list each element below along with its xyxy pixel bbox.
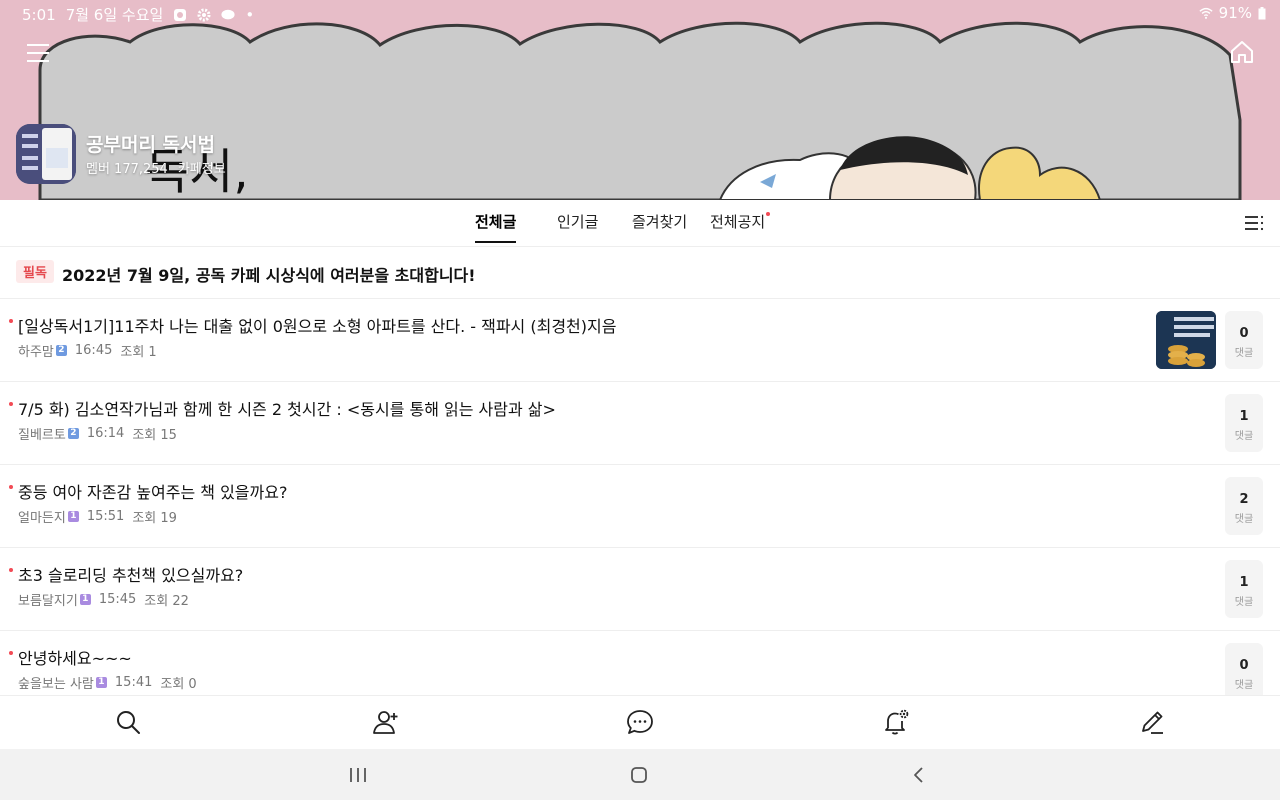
board-list-icon[interactable] [1244, 214, 1264, 232]
new-post-dot [9, 568, 13, 572]
system-navigation-bar [0, 749, 1280, 800]
more-notifications-dot: • [245, 5, 255, 24]
add-friend-icon[interactable] [372, 708, 400, 736]
write-icon[interactable] [1138, 708, 1166, 736]
cafe-info-link[interactable]: 카페정보 [178, 162, 226, 177]
battery-level: 91% [1218, 4, 1252, 22]
wifi-icon [1199, 7, 1213, 19]
recent-apps-icon[interactable] [347, 765, 369, 785]
post-meta: 숲을보는 사람 1 15:41 조회 0 [18, 673, 197, 692]
post-views: 조회 0 [160, 677, 197, 692]
post-title[interactable]: 초3 슬로리딩 추천책 있으실까요? [18, 562, 243, 586]
post-meta: 보름달지기 1 15:45 조회 22 [18, 590, 189, 609]
post-time: 15:41 [114, 675, 153, 690]
cafe-member-count: 멤버 177,254 카페정보 [86, 158, 226, 177]
post-thumbnail[interactable] [1156, 311, 1216, 369]
notification-settings-icon[interactable] [882, 708, 910, 736]
comment-label: 댓글 [1234, 431, 1254, 442]
comment-count-box[interactable]: 0 댓글 [1225, 643, 1263, 701]
comment-count: 2 [1239, 492, 1249, 507]
tab-favorites[interactable]: 즐겨찾기 [632, 200, 687, 244]
talk-icon [221, 9, 235, 19]
post-meta: 하주맘 2 16:45 조회 1 [18, 341, 157, 360]
post-row[interactable]: 안녕하세요~~~ 숲을보는 사람 1 15:41 조회 0 0 댓글 [0, 631, 1280, 701]
bottom-navigation [0, 695, 1280, 750]
post-title[interactable]: 7/5 화) 김소연작가님과 함께 한 시즌 2 첫시간 : <동시를 통해 읽… [18, 396, 556, 420]
status-bar: 5:01 7월 6일 수요일 • 91% [0, 0, 1280, 26]
chat-icon[interactable] [626, 708, 654, 736]
notification-app-icon [174, 8, 187, 21]
post-author: 얼마든지 [18, 511, 66, 526]
post-views: 조회 19 [132, 511, 177, 526]
home-button-icon[interactable] [628, 765, 650, 785]
tab-all-notices-label: 전체공지 [710, 213, 766, 231]
battery-icon [1258, 6, 1266, 19]
post-views: 조회 1 [120, 345, 157, 360]
cafe-logo-image [16, 124, 76, 184]
new-post-dot [9, 651, 13, 655]
search-icon[interactable] [114, 708, 142, 736]
comment-count-box[interactable]: 1 댓글 [1225, 560, 1263, 618]
comment-label: 댓글 [1234, 348, 1254, 359]
post-row[interactable]: 7/5 화) 김소연작가님과 함께 한 시즌 2 첫시간 : <동시를 통해 읽… [0, 382, 1280, 465]
new-post-dot [9, 485, 13, 489]
post-views: 조회 22 [144, 594, 189, 609]
hamburger-menu-icon[interactable] [24, 40, 52, 66]
post-time: 15:51 [86, 509, 125, 524]
comment-label: 댓글 [1234, 514, 1254, 525]
new-indicator-dot [766, 212, 771, 216]
post-views: 조회 15 [132, 428, 177, 443]
post-meta: 질베르토 2 16:14 조회 15 [18, 424, 177, 443]
comment-count: 0 [1239, 326, 1249, 341]
member-level-badge: 1 [67, 511, 79, 522]
comment-count: 1 [1239, 575, 1249, 590]
tab-all-notices[interactable]: 전체공지 [710, 200, 771, 244]
comment-count: 1 [1239, 409, 1249, 424]
pinned-notice[interactable]: 필독 2022년 7월 9일, 공독 카페 시상식에 여러분을 초대합니다! [0, 246, 1280, 299]
home-icon[interactable] [1228, 38, 1256, 66]
post-title[interactable]: 중등 여아 자존감 높여주는 책 있을까요? [18, 479, 287, 503]
post-time: 16:14 [86, 426, 125, 441]
comment-label: 댓글 [1234, 597, 1254, 608]
status-date: 7월 6일 수요일 [65, 6, 164, 24]
new-post-dot [9, 402, 13, 406]
cafe-avatar[interactable] [16, 124, 76, 184]
comment-label: 댓글 [1234, 680, 1254, 691]
comment-count-box[interactable]: 1 댓글 [1225, 394, 1263, 452]
gear-icon [197, 8, 211, 21]
post-author: 보름달지기 [18, 594, 78, 609]
status-time: 5:01 [22, 5, 56, 24]
must-read-badge: 필독 [16, 260, 54, 283]
member-level-badge: 2 [55, 345, 67, 356]
post-time: 16:45 [74, 343, 113, 358]
post-row[interactable]: [일상독서1기]11주차 나는 대출 없이 0원으로 소형 아파트를 산다. -… [0, 299, 1280, 382]
notice-title[interactable]: 2022년 7월 9일, 공독 카페 시상식에 여러분을 초대합니다! [62, 262, 476, 286]
back-icon[interactable] [908, 765, 930, 785]
post-author: 질베르토 [18, 428, 66, 443]
book-cover-image [1156, 311, 1216, 369]
post-row[interactable]: 초3 슬로리딩 추천책 있으실까요? 보름달지기 1 15:45 조회 22 1… [0, 548, 1280, 631]
post-title[interactable]: [일상독서1기]11주차 나는 대출 없이 0원으로 소형 아파트를 산다. -… [18, 313, 616, 337]
member-level-badge: 2 [67, 428, 79, 439]
member-level-badge: 1 [95, 677, 107, 688]
post-author: 숲을보는 사람 [18, 677, 94, 692]
cafe-title[interactable]: 공부머리 독서법 [86, 130, 215, 157]
comment-count: 0 [1239, 658, 1249, 673]
post-time: 15:45 [98, 592, 137, 607]
new-post-dot [9, 319, 13, 323]
post-row[interactable]: 중등 여아 자존감 높여주는 책 있을까요? 얼마든지 1 15:51 조회 1… [0, 465, 1280, 548]
tab-all-posts[interactable]: 전체글 [475, 200, 517, 244]
post-meta: 얼마든지 1 15:51 조회 19 [18, 507, 177, 526]
comment-count-box[interactable]: 2 댓글 [1225, 477, 1263, 535]
tab-popular-posts[interactable]: 인기글 [557, 200, 598, 244]
post-author: 하주맘 [18, 345, 54, 360]
comment-count-box[interactable]: 0 댓글 [1225, 311, 1263, 369]
post-title[interactable]: 안녕하세요~~~ [18, 645, 132, 669]
member-count: 멤버 177,254 [86, 162, 168, 177]
member-level-badge: 1 [79, 594, 91, 605]
board-tabs: 전체글 인기글 즐겨찾기 전체공지 [0, 200, 1280, 247]
